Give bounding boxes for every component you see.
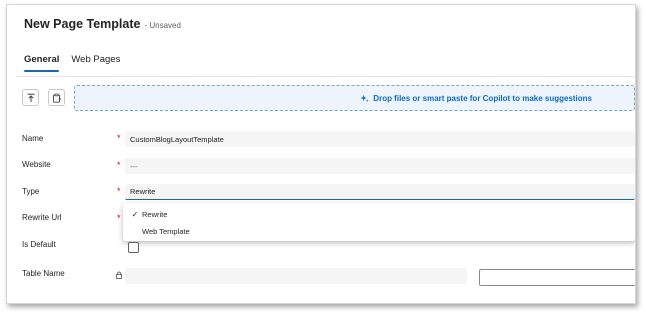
checkmark-icon: ✓ xyxy=(131,209,139,219)
upload-button[interactable] xyxy=(22,89,39,106)
table-name-field xyxy=(125,268,467,284)
lock-icon xyxy=(115,271,123,279)
type-option-rewrite[interactable]: ✓ Rewrite xyxy=(123,206,635,222)
dropzone-text: Drop files or smart paste for Copilot to… xyxy=(373,93,592,103)
type-option-web-template[interactable]: Web Template xyxy=(123,223,635,239)
type-dropdown-menu: ✓ Rewrite Web Template xyxy=(123,203,635,241)
table-name-label: Table Name xyxy=(22,269,65,278)
required-marker: * xyxy=(117,186,121,196)
type-label: Type xyxy=(22,187,40,196)
name-field[interactable]: CustomBlogLayoutTemplate xyxy=(125,131,635,147)
name-label: Name xyxy=(22,134,44,143)
tab-general[interactable]: General xyxy=(24,54,60,72)
page-title: New Page Template xyxy=(24,17,141,31)
tab-divider xyxy=(16,76,635,77)
rewrite-url-label: Rewrite Url xyxy=(22,213,62,222)
page-template-form: New Page Template - Unsaved General Web … xyxy=(6,4,636,304)
is-default-checkbox[interactable] xyxy=(128,242,139,253)
header: New Page Template - Unsaved xyxy=(24,17,181,31)
required-marker: * xyxy=(117,213,121,223)
website-lookup-field[interactable]: --- xyxy=(125,158,635,174)
secondary-input[interactable] xyxy=(479,269,635,286)
copilot-dropzone[interactable]: Drop files or smart paste for Copilot to… xyxy=(74,85,635,111)
is-default-label: Is Default xyxy=(22,240,56,249)
smart-paste-button[interactable] xyxy=(48,89,65,106)
type-select[interactable]: Rewrite xyxy=(125,184,635,200)
tab-web-pages[interactable]: Web Pages xyxy=(71,54,120,72)
required-marker: * xyxy=(117,160,121,170)
upload-icon xyxy=(27,93,34,102)
tab-bar: General Web Pages xyxy=(24,54,120,72)
clipboard-sparkle-icon xyxy=(52,93,61,103)
website-label: Website xyxy=(22,160,51,169)
required-marker: * xyxy=(117,133,121,143)
sparkle-icon xyxy=(360,94,369,102)
save-status: - Unsaved xyxy=(144,21,181,30)
